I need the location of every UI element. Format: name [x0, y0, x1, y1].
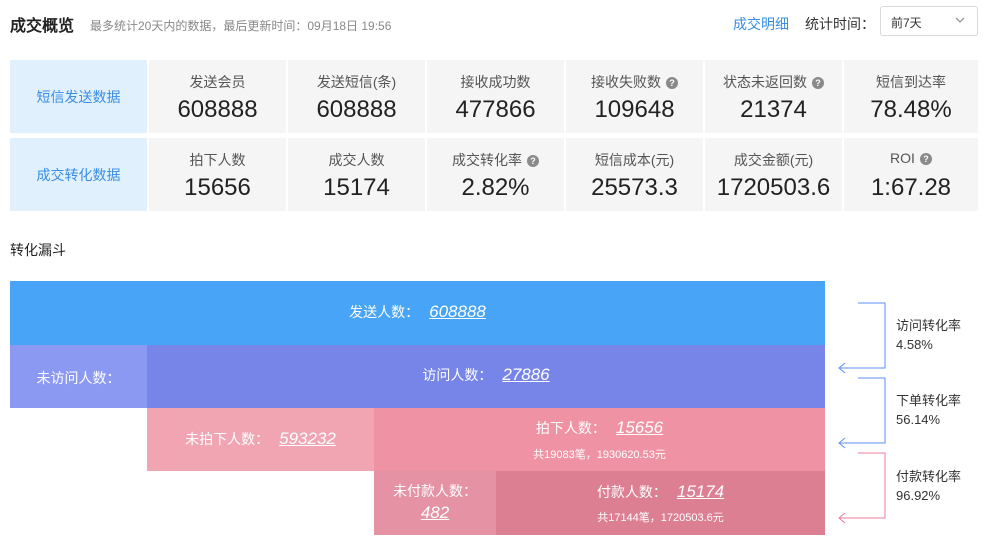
stat-label: 发送会员	[189, 74, 246, 90]
stat-value: 608888	[177, 96, 258, 123]
stat-label: 成交人数	[328, 152, 385, 168]
chevron-down-icon	[955, 17, 965, 23]
stat-label: 成交转化率?	[427, 150, 564, 170]
sms-data-row: 短信发送数据 发送会员 608888 发送短信(条) 608888 接收成功数 …	[10, 60, 978, 133]
funnel-bar-not-paid: 未付款人数： 482	[374, 471, 496, 535]
not-paid-count-link[interactable]: 482	[421, 503, 449, 522]
order-conversion-rate: 下单转化率 56.14%	[896, 393, 962, 427]
funnel-title: 转化漏斗	[10, 242, 66, 258]
visited-count-link[interactable]: 27886	[502, 365, 549, 384]
paid-summary: 共17144笔，1720503.6元	[597, 512, 724, 524]
not-ordered-count-link[interactable]: 593232	[279, 429, 336, 448]
help-icon[interactable]: ?	[666, 77, 678, 89]
stat-cell-deal-people: 成交人数 15174	[288, 138, 425, 211]
stat-value: 1720503.6	[716, 174, 831, 201]
stat-cell-roi: ROI? 1:67.28	[844, 138, 978, 211]
stat-label: 接收成功数	[460, 74, 531, 90]
funnel-bar-not-ordered: 未拍下人数： 593232	[147, 408, 374, 471]
stat-value: 15174	[323, 174, 390, 201]
paid-count-link[interactable]: 15174	[677, 482, 724, 501]
stat-value: 109648	[594, 96, 675, 123]
sms-data-row-head: 短信发送数据	[10, 60, 147, 133]
ordered-count-link[interactable]: 15656	[616, 418, 663, 437]
stat-cell-deal-amount: 成交金额(元) 1720503.6	[705, 138, 842, 211]
payment-conversion-rate: 付款转化率 96.92%	[896, 469, 962, 503]
funnel-bar-sent: 发送人数： 608888	[10, 281, 825, 345]
stat-cell-sms-cost: 短信成本(元) 25573.3	[566, 138, 703, 211]
stat-cell-arrival-rate: 短信到达率 78.48%	[844, 60, 978, 133]
stat-value: 21374	[740, 96, 807, 123]
stat-cell-failed: 接收失败数? 109648	[566, 60, 703, 133]
overview-header: 成交概览 最多统计20天内的数据，最后更新时间：09月18日 19:56 成交明…	[10, 0, 984, 46]
pay-rate-bracket-icon	[838, 452, 886, 524]
stat-cell-no-status: 状态未返回数? 21374	[705, 60, 842, 133]
funnel-bar-visited: 访问人数： 27886	[147, 345, 825, 408]
stat-label: 状态未返回数?	[705, 72, 842, 92]
deal-detail-link[interactable]: 成交明细	[733, 14, 789, 34]
stat-value: 25573.3	[591, 174, 678, 201]
stat-label: 成交金额(元)	[733, 152, 814, 168]
visit-conversion-rate: 访问转化率 4.58%	[896, 318, 962, 352]
period-select[interactable]: 前7天	[880, 6, 978, 36]
order-rate-bracket-icon	[838, 377, 886, 449]
stat-value: 2.82%	[461, 174, 530, 201]
period-select-value: 前7天	[891, 16, 922, 30]
stat-value: 477866	[455, 96, 536, 123]
help-icon[interactable]: ?	[919, 153, 932, 165]
stat-value: 1:67.28	[870, 174, 952, 201]
funnel-bar-not-visited: 未访问人数：	[10, 345, 147, 408]
help-icon[interactable]: ?	[812, 77, 824, 89]
stat-label: ROI?	[844, 150, 978, 166]
ordered-summary: 共19083笔，1930620.53元	[533, 449, 666, 461]
stat-cell-sent-sms: 发送短信(条) 608888	[288, 60, 425, 133]
stat-value: 78.48%	[870, 96, 952, 123]
stat-value: 608888	[316, 96, 397, 123]
funnel-rate-brackets	[838, 302, 886, 524]
visit-rate-bracket-icon	[838, 302, 886, 374]
page-subtitle: 最多统计20天内的数据，最后更新时间：09月18日 19:56	[90, 19, 392, 33]
funnel-bar-ordered: 拍下人数： 15656 共19083笔，1930620.53元	[374, 408, 825, 471]
stat-cell-ordered-people: 拍下人数 15656	[149, 138, 286, 211]
stat-label: 拍下人数	[189, 152, 246, 168]
stat-value: 15656	[184, 174, 251, 201]
help-icon[interactable]: ?	[527, 155, 539, 167]
stat-time-label: 统计时间：	[805, 16, 875, 32]
stat-cell-sent-members: 发送会员 608888	[149, 60, 286, 133]
page-title: 成交概览	[10, 18, 75, 35]
sent-count-link[interactable]: 608888	[429, 302, 486, 321]
conversion-data-row: 成交转化数据 拍下人数 15656 成交人数 15174 成交转化率? 2.82…	[10, 138, 978, 211]
stat-label: 短信成本(元)	[594, 152, 675, 168]
stat-label: 发送短信(条)	[316, 74, 397, 90]
stat-label: 接收失败数?	[566, 72, 703, 92]
funnel-bar-paid: 付款人数： 15174 共17144笔，1720503.6元	[496, 471, 825, 535]
stat-cell-conversion-rate: 成交转化率? 2.82%	[427, 138, 564, 211]
conversion-data-row-head: 成交转化数据	[10, 138, 147, 211]
stat-label: 短信到达率	[876, 74, 946, 90]
stat-cell-received: 接收成功数 477866	[427, 60, 564, 133]
